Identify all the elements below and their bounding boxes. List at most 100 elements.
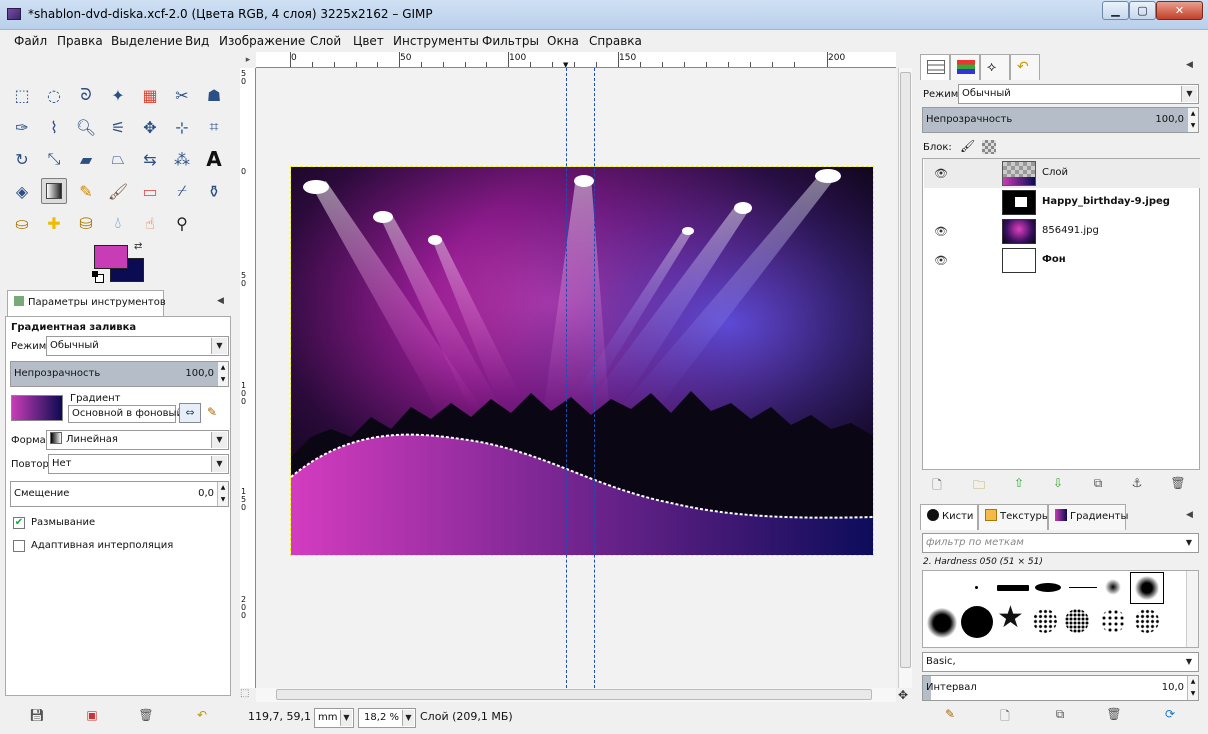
menu-edit[interactable]: Правка [57, 34, 103, 48]
layer-row[interactable]: 👁︎ Фон [924, 246, 1200, 275]
maximize-button[interactable]: ▢ [1129, 1, 1156, 20]
tab-layers[interactable] [920, 54, 950, 80]
pencil-icon[interactable]: ✎ [73, 178, 99, 204]
measure-icon[interactable]: ⚟ [105, 114, 131, 140]
duplicate-layer-icon[interactable]: ⧉ [1090, 476, 1106, 492]
paths-icon[interactable]: ✑ [9, 114, 35, 140]
layers-list[interactable]: 👁︎ Слой Happy_birthday-9.jpeg 👁︎ 856491.… [922, 158, 1200, 470]
menu-filters[interactable]: Фильтры [482, 34, 539, 48]
refresh-brushes-icon[interactable]: ⟳ [1162, 707, 1178, 723]
menu-image[interactable]: Изображение [219, 34, 305, 48]
visibility-eye-icon[interactable]: 👁︎ [934, 167, 948, 180]
panel-menu-icon[interactable]: ◀ [1186, 60, 1193, 70]
tab-tool-options[interactable]: Параметры инструментов [7, 290, 166, 316]
close-button[interactable]: ✕ [1156, 1, 1203, 20]
shear-icon[interactable]: ▰ [73, 146, 99, 172]
perspective-icon[interactable]: ⏢ [105, 146, 131, 172]
mode-dropdown[interactable]: Обычный ▼ [46, 336, 229, 356]
layer-opacity-spinner[interactable]: ▲ ▼ [1187, 108, 1198, 132]
select-by-color-icon[interactable]: ▦ [137, 82, 163, 108]
tab-patterns[interactable]: Текстуры [978, 504, 1050, 530]
foreground-select-icon[interactable]: ☗ [201, 82, 227, 108]
text-tool-icon[interactable]: A [201, 146, 227, 172]
brush-item[interactable] [1101, 609, 1125, 633]
gradient-name-field[interactable]: Основной в фоновый [68, 405, 183, 423]
scale-icon[interactable]: ⤡ [41, 146, 67, 172]
brush-item[interactable] [997, 585, 1029, 591]
brush-grid[interactable]: ★ [922, 570, 1199, 648]
spacing-spinner[interactable]: ▲ ▼ [1187, 676, 1198, 700]
duplicate-brush-icon[interactable]: ⧉ [1052, 707, 1068, 723]
brush-tag-filter[interactable]: фильтр по меткам ▼ [922, 533, 1199, 553]
zoom-dropdown[interactable]: 18,2 % ▼ [358, 708, 416, 728]
menu-file[interactable]: Файл [14, 34, 47, 48]
vertical-scrollbar[interactable] [898, 68, 912, 688]
new-layer-icon[interactable]: 🗋︎ [929, 476, 945, 492]
brush-item[interactable] [927, 608, 957, 638]
visibility-eye-icon[interactable]: 👁︎ [934, 254, 948, 267]
reset-options-icon[interactable]: ↶ [194, 708, 210, 724]
brush-item[interactable] [1069, 587, 1097, 588]
shape-dropdown[interactable]: Линейная ▼ [46, 430, 229, 450]
brush-item[interactable] [1033, 609, 1057, 633]
canvas-viewport[interactable] [256, 68, 896, 688]
brush-set-dropdown[interactable]: Basic, ▼ [922, 652, 1199, 672]
opacity-spinner[interactable]: ▲ ▼ [217, 362, 228, 386]
brush-spacing-slider[interactable]: Интервал 10,0 ▲ ▼ [922, 675, 1199, 701]
tab-brushes[interactable]: Кисти [920, 504, 978, 530]
offset-spinner[interactable]: ▲ ▼ [217, 482, 228, 506]
repeat-dropdown[interactable]: Нет ▼ [48, 454, 229, 474]
edit-gradient-icon[interactable]: ✎ [207, 405, 217, 419]
brush-item[interactable] [975, 586, 978, 589]
tab-undo-history[interactable]: ↶ [1010, 54, 1040, 80]
smudge-icon[interactable]: ☝ [137, 210, 163, 236]
menu-windows[interactable]: Окна [547, 34, 579, 48]
quick-mask-icon[interactable]: ⬚ [240, 688, 254, 702]
brush-item[interactable] [1105, 579, 1121, 595]
layer-opacity-slider[interactable]: Непрозрачность 100,0 ▲ ▼ [922, 107, 1199, 133]
ellipse-select-icon[interactable]: ◌ [41, 82, 67, 108]
layer-row[interactable]: 👁︎ 856491.jpg [924, 217, 1200, 246]
lock-pixels-icon[interactable]: 🖌︎ [960, 139, 975, 153]
brush-item[interactable] [1035, 583, 1061, 592]
star-brush-icon[interactable]: ★ [997, 601, 1024, 635]
navigate-icon[interactable]: ✥ [898, 688, 912, 702]
scissors-icon[interactable]: ✂ [169, 82, 195, 108]
dithering-checkbox[interactable]: ✔ [13, 517, 25, 529]
new-brush-icon[interactable]: 🗋︎ [997, 707, 1013, 723]
brush-item-selected[interactable] [1130, 572, 1164, 604]
edit-brush-icon[interactable]: ✎ [942, 707, 958, 723]
save-options-icon[interactable]: 💾︎ [29, 708, 45, 724]
vertical-guide[interactable] [594, 68, 595, 688]
offset-slider[interactable]: Смещение 0,0 ▲ ▼ [10, 481, 229, 507]
horizontal-ruler[interactable]: 0 50 100 150 200 ▼ [256, 52, 896, 68]
visibility-eye-icon[interactable]: 👁︎ [934, 225, 948, 238]
perspective-clone-icon[interactable]: ⛁ [73, 210, 99, 236]
unit-dropdown[interactable]: mm ▼ [314, 708, 354, 728]
delete-layer-icon[interactable]: 🗑︎ [1170, 476, 1186, 492]
adaptive-supersampling-checkbox[interactable] [13, 540, 25, 552]
foreground-color-swatch[interactable] [94, 245, 128, 269]
menu-view[interactable]: Вид [185, 34, 209, 48]
new-layer-group-icon[interactable]: 🗀︎ [971, 476, 987, 492]
fuzzy-select-icon[interactable]: ✦ [105, 82, 131, 108]
brush-grid-scrollbar[interactable] [1186, 571, 1198, 647]
minimize-button[interactable]: ▁ [1102, 1, 1129, 20]
move-icon[interactable]: ✥ [137, 114, 163, 140]
cage-transform-icon[interactable]: ⁂ [169, 146, 195, 172]
align-icon[interactable]: ⊹ [169, 114, 195, 140]
default-colors-icon[interactable] [92, 271, 104, 283]
horizontal-scrollbar[interactable] [256, 688, 896, 702]
tab-channels[interactable] [950, 54, 980, 80]
vertical-ruler[interactable]: 50 0 50 100 150 200 [240, 68, 256, 688]
horizontal-scroll-thumb[interactable] [276, 689, 872, 700]
anchor-layer-icon[interactable]: ⚓︎ [1129, 476, 1145, 492]
delete-options-icon[interactable]: 🗑︎ [138, 708, 154, 724]
tab-paths[interactable]: ⟡ [980, 54, 1010, 80]
layer-row[interactable]: Happy_birthday-9.jpeg [924, 188, 1200, 217]
reverse-gradient-icon[interactable]: ⇔ [179, 403, 201, 423]
brush-item[interactable] [961, 606, 993, 638]
layer-row[interactable]: 👁︎ Слой [924, 159, 1200, 188]
clone-icon[interactable]: ⛀ [9, 210, 35, 236]
zoom-icon[interactable]: 🔍︎ [73, 114, 99, 140]
